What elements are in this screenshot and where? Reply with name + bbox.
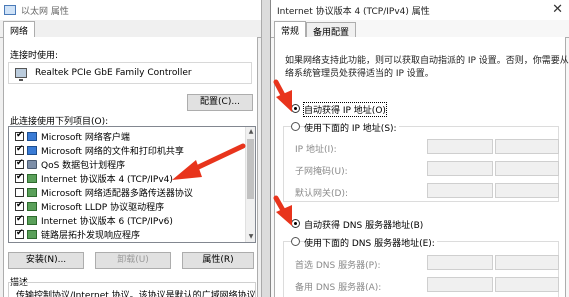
- item-checkbox[interactable]: [15, 158, 24, 169]
- ip-address-label: IP 地址(I):: [295, 145, 337, 155]
- list-item-ipv4[interactable]: Internet 协议版本 4 (TCP/IPv4): [9, 171, 173, 185]
- protocol-icon: [27, 229, 37, 239]
- subnet-label: 子网掩码(U):: [295, 167, 348, 177]
- item-label: QoS 数据包计划程序: [41, 160, 126, 171]
- manual-ip-radio[interactable]: [291, 122, 300, 131]
- adapter-box: Realtek PCIe GbE Family Controller: [8, 62, 252, 84]
- list-item[interactable]: 链路层拓扑发现响应程序: [9, 227, 140, 241]
- intro-text-line1: 如果网络支持此功能，则可以获取自动指派的 IP 设置。否则，你需要从网: [285, 56, 569, 66]
- ipv4-properties-window: Internet 协议版本 4 (TCP/IPv4) 属性 ✕ 常规 备用配置 …: [270, 0, 569, 297]
- title-bar: 以太网 属性: [0, 0, 261, 20]
- auto-ip-radio[interactable]: [291, 104, 300, 113]
- tab-network[interactable]: 网络: [3, 21, 36, 38]
- configure-button[interactable]: 配置(C)...: [187, 94, 253, 111]
- manual-dns-label[interactable]: 使用下面的 DNS 服务器地址(E):: [304, 236, 437, 249]
- item-label: Internet 协议版本 4 (TCP/IPv4): [41, 174, 173, 185]
- tab-strip: 常规 备用配置: [274, 21, 357, 38]
- preferred-dns-field-right[interactable]: [495, 255, 559, 270]
- network-share-icon: [27, 145, 37, 155]
- ip-address-field[interactable]: [427, 139, 493, 154]
- properties-button[interactable]: 属性(R): [182, 252, 254, 269]
- tab-general[interactable]: 常规: [274, 21, 307, 38]
- window-title: 以太网 属性: [21, 6, 69, 17]
- item-checkbox[interactable]: [15, 187, 24, 197]
- window-title: Internet 协议版本 4 (TCP/IPv4) 属性: [277, 6, 430, 17]
- auto-dns-radio[interactable]: [291, 219, 300, 228]
- uninstall-button[interactable]: 卸载(U): [95, 252, 171, 269]
- alternate-dns-label: 备用 DNS 服务器(A):: [295, 283, 382, 293]
- desktop-gap: [262, 0, 270, 297]
- item-checkbox[interactable]: [15, 144, 24, 155]
- alternate-dns-field[interactable]: [427, 277, 493, 292]
- gateway-field-right[interactable]: [495, 183, 559, 198]
- list-item[interactable]: Microsoft 网络的文件和打印机共享: [9, 143, 184, 157]
- auto-ip-label[interactable]: 自动获得 IP 地址(O): [303, 102, 387, 117]
- ethernet-properties-window: 以太网 属性 网络 连接时使用: Realtek PCIe GbE Family…: [0, 0, 262, 297]
- alternate-dns-field-right[interactable]: [495, 277, 559, 292]
- adapter-name: Realtek PCIe GbE Family Controller: [35, 68, 192, 78]
- preferred-dns-label: 首选 DNS 服务器(P):: [295, 261, 381, 271]
- list-item[interactable]: Microsoft 网络客户端: [9, 129, 130, 143]
- auto-dns-label[interactable]: 自动获得 DNS 服务器地址(B): [304, 218, 423, 231]
- list-scrollbar[interactable]: ▲ ▼: [245, 127, 255, 242]
- item-label: 链路层拓扑发现响应程序: [41, 230, 141, 241]
- network-icon: [4, 5, 16, 15]
- install-button[interactable]: 安装(N)...: [8, 252, 84, 269]
- close-icon[interactable]: ✕: [552, 2, 563, 17]
- item-label: Internet 协议版本 6 (TCP/IPv6): [41, 216, 173, 227]
- scroll-down-icon[interactable]: ▼: [246, 232, 255, 242]
- scroll-thumb[interactable]: [247, 139, 254, 199]
- item-label: Microsoft 网络适配器多路传送器协议: [41, 188, 193, 199]
- manual-ip-label[interactable]: 使用下面的 IP 地址(S):: [304, 121, 399, 134]
- item-label: Microsoft 网络的文件和打印机共享: [41, 146, 184, 157]
- network-client-icon: [27, 131, 37, 141]
- item-checkbox[interactable]: [15, 214, 24, 225]
- items-list[interactable]: Microsoft 网络客户端 Microsoft 网络的文件和打印机共享 Qo…: [8, 126, 256, 243]
- title-bar: Internet 协议版本 4 (TCP/IPv4) 属性 ✕: [271, 0, 569, 20]
- tab-strip: 网络: [3, 21, 36, 38]
- item-checkbox[interactable]: [15, 130, 24, 141]
- network-adapter-icon: [15, 68, 27, 81]
- subnet-field-right[interactable]: [495, 161, 559, 176]
- protocol-icon: [27, 215, 37, 225]
- intro-text-line2: 络系统管理员处获得适当的 IP 设置。: [285, 69, 434, 79]
- tab-alternate-config[interactable]: 备用配置: [306, 22, 357, 38]
- item-label: Microsoft 网络客户端: [41, 132, 130, 143]
- subnet-field[interactable]: [427, 161, 493, 176]
- gateway-field[interactable]: [427, 183, 493, 198]
- item-checkbox[interactable]: [15, 228, 24, 239]
- preferred-dns-field[interactable]: [427, 255, 493, 270]
- list-item[interactable]: Microsoft LLDP 协议驱动程序: [9, 199, 164, 213]
- manual-dns-radio[interactable]: [291, 237, 300, 246]
- description-text: 传输控制协议/Internet 协议。该协议是默认的广域网络协议: [16, 291, 256, 297]
- protocol-icon: [27, 173, 37, 183]
- item-checkbox[interactable]: [15, 200, 24, 211]
- gateway-label: 默认网关(D):: [295, 189, 348, 199]
- list-item[interactable]: Internet 协议版本 6 (TCP/IPv6): [9, 213, 173, 227]
- scroll-up-icon[interactable]: ▲: [246, 127, 255, 137]
- list-item[interactable]: QoS 数据包计划程序: [9, 157, 125, 171]
- qos-icon: [27, 159, 37, 169]
- item-label: Microsoft LLDP 协议驱动程序: [41, 202, 165, 213]
- item-checkbox[interactable]: [15, 172, 24, 183]
- protocol-icon: [27, 187, 37, 197]
- connect-using-label: 连接时使用:: [10, 51, 59, 61]
- list-item[interactable]: Microsoft 网络适配器多路传送器协议: [9, 185, 193, 199]
- protocol-icon: [27, 201, 37, 211]
- ip-address-field-right[interactable]: [495, 139, 559, 154]
